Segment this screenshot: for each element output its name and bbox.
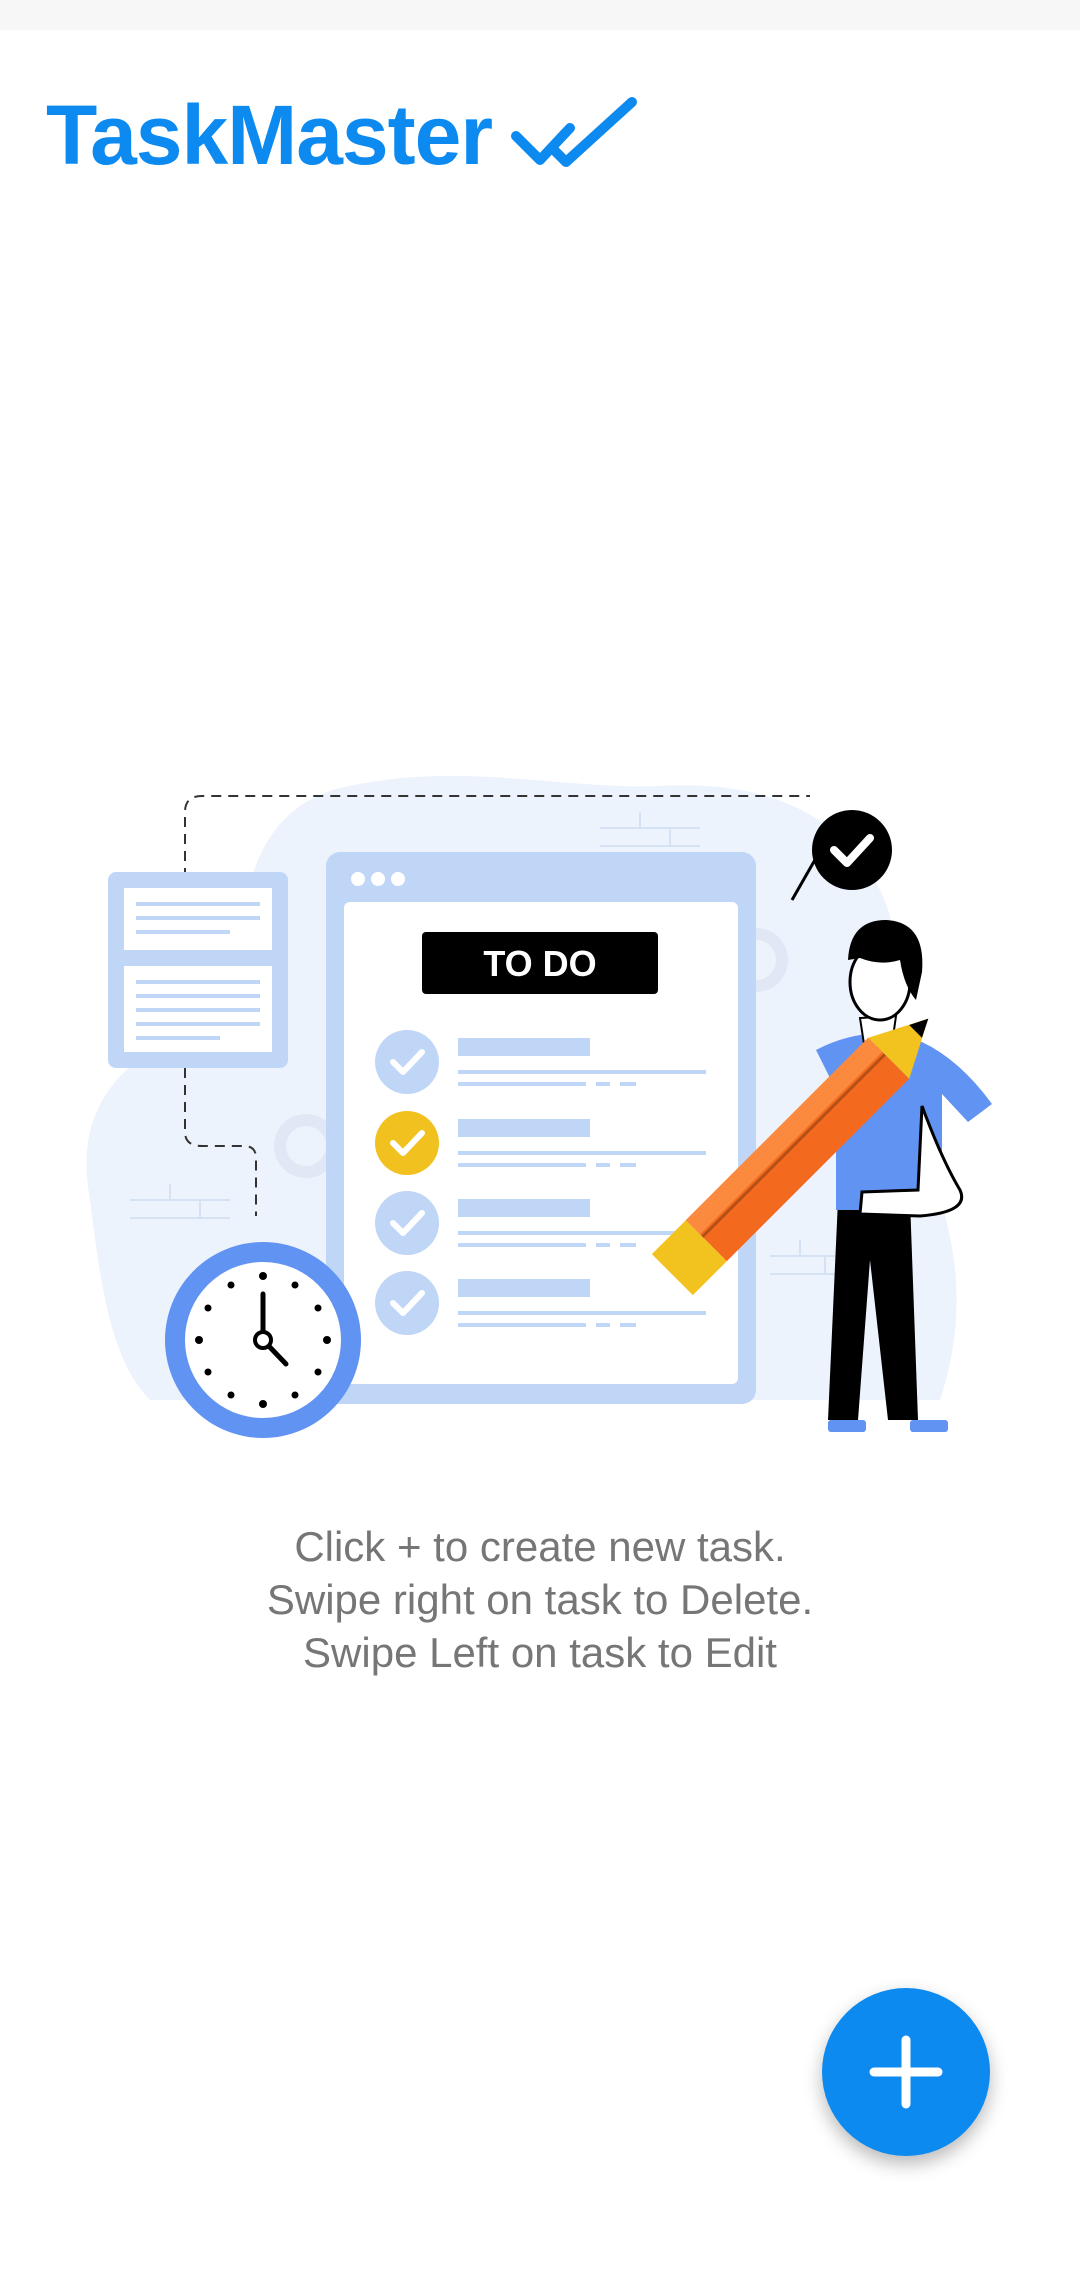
app-header: TaskMaster <box>46 80 640 190</box>
todo-board: TO DO <box>326 852 756 1404</box>
empty-state-instructions: Click + to create new task. Swipe right … <box>0 1520 1080 1679</box>
app-title: TaskMaster <box>46 88 493 182</box>
status-bar <box>0 0 1080 30</box>
instruction-create: Click + to create new task. <box>294 1523 786 1570</box>
document-card <box>108 872 288 1068</box>
instruction-delete: Swipe right on task to Delete. <box>266 1576 814 1623</box>
todo-illustration: TO DO <box>86 775 992 1438</box>
board-label: TO DO <box>483 943 596 984</box>
double-check-icon <box>511 97 638 167</box>
plus-icon <box>869 2035 943 2109</box>
instruction-edit: Swipe Left on task to Edit <box>303 1629 777 1676</box>
clock-icon <box>165 1242 361 1438</box>
add-task-button[interactable] <box>822 1988 990 2156</box>
